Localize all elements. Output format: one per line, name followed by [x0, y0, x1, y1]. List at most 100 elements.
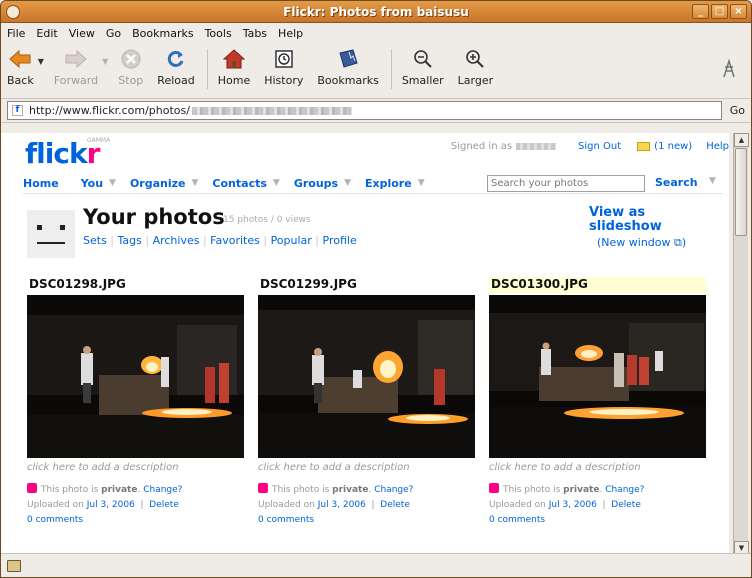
upload-date-link[interactable]: Jul 3, 2006	[318, 500, 366, 510]
back-history-dropdown[interactable]: ▼	[38, 57, 44, 66]
logo-text-blue: flick	[25, 137, 88, 170]
photo-description[interactable]: click here to add a description	[27, 462, 244, 473]
delete-link[interactable]: Delete	[380, 500, 410, 510]
url-field[interactable]: f http://www.flickr.com/photos/	[7, 101, 722, 120]
photo-thumbnail[interactable]	[489, 295, 706, 458]
photo-description[interactable]: click here to add a description	[258, 462, 475, 473]
stop-button[interactable]: Stop	[118, 47, 143, 87]
nav-organize-dropdown[interactable]: ▼	[192, 178, 199, 188]
uploaded-label: Uploaded on	[27, 500, 84, 510]
browser-window: Flickr: Photos from baisusu _ □ × File E…	[0, 0, 752, 578]
delete-link[interactable]: Delete	[611, 500, 641, 510]
upload-date-link[interactable]: Jul 3, 2006	[87, 500, 135, 510]
back-label: Back	[7, 74, 34, 87]
history-label: History	[264, 74, 304, 87]
photo-meta: This photo is private. Change? Uploaded …	[27, 483, 183, 525]
subnav-favorites[interactable]: Favorites	[210, 234, 260, 247]
delete-link[interactable]: Delete	[149, 500, 179, 510]
maximize-button[interactable]: □	[711, 4, 728, 19]
history-button[interactable]: History	[264, 47, 303, 87]
go-button[interactable]: Go	[728, 104, 747, 117]
change-privacy-link[interactable]: Change?	[374, 485, 413, 495]
nav-groups-dropdown[interactable]: ▼	[344, 178, 351, 188]
nav-you-dropdown[interactable]: ▼	[109, 178, 116, 188]
menu-tabs[interactable]: Tabs	[243, 27, 267, 40]
account-area: Signed in as Sign Out (1 new) Help	[451, 141, 729, 152]
photo-thumbnail[interactable]	[27, 295, 244, 458]
menu-view[interactable]: View	[69, 27, 95, 40]
scroll-thumb[interactable]	[735, 148, 747, 236]
status-connection-icon	[7, 559, 21, 572]
subnav-popular[interactable]: Popular	[271, 234, 312, 247]
comments-link[interactable]: 0 comments	[489, 515, 545, 525]
photo-description[interactable]: click here to add a description	[489, 462, 706, 473]
photo-title[interactable]: DSC01300.JPG	[489, 277, 706, 293]
reload-button[interactable]: Reload	[157, 47, 195, 87]
nav-contacts[interactable]: Contacts	[212, 177, 266, 190]
privacy-text: This photo is	[503, 485, 561, 495]
photo-title[interactable]: DSC01298.JPG	[27, 277, 244, 293]
change-privacy-link[interactable]: Change?	[143, 485, 182, 495]
subnav-sets[interactable]: Sets	[83, 234, 107, 247]
username-redacted	[516, 143, 557, 150]
comments-link[interactable]: 0 comments	[258, 515, 314, 525]
photo-card: DSC01299.JPG click here to add a descrip…	[258, 277, 475, 528]
search-dropdown[interactable]: ▼	[709, 176, 716, 186]
private-lock-icon	[258, 483, 268, 493]
subnav-profile[interactable]: Profile	[323, 234, 357, 247]
photo-meta: This photo is private. Change? Uploaded …	[489, 483, 645, 525]
scroll-up-button[interactable]: ▲	[734, 133, 749, 147]
nav-you[interactable]: You	[81, 177, 103, 190]
menu-go[interactable]: Go	[106, 27, 121, 40]
history-icon	[272, 47, 296, 71]
reload-label: Reload	[157, 74, 195, 87]
slideshow-link[interactable]: View as slideshow	[589, 206, 689, 234]
forward-button[interactable]: Forward	[54, 47, 98, 87]
menu-file[interactable]: File	[7, 27, 25, 40]
back-button[interactable]: Back	[7, 47, 34, 87]
nav-groups[interactable]: Groups	[294, 177, 338, 190]
text-smaller-button[interactable]: Smaller	[402, 47, 444, 87]
subnav-archives[interactable]: Archives	[153, 234, 200, 247]
home-label: Home	[217, 74, 251, 87]
minimize-button[interactable]: _	[692, 4, 709, 19]
status-bar	[1, 553, 751, 577]
nav-home[interactable]: Home	[23, 177, 59, 190]
sign-out-link[interactable]: Sign Out	[578, 141, 621, 152]
close-button[interactable]: ×	[730, 4, 747, 19]
nav-organize[interactable]: Organize	[130, 177, 186, 190]
stop-label: Stop	[118, 74, 144, 87]
subnav-tags[interactable]: Tags	[118, 234, 142, 247]
menu-edit[interactable]: Edit	[36, 27, 57, 40]
photo-subnav: Sets | Tags | Archives | Favorites | Pop…	[83, 234, 357, 247]
flickr-logo[interactable]: flickr GAMMA	[25, 137, 110, 170]
bookmarks-button[interactable]: Bookmarks	[317, 47, 379, 87]
home-button[interactable]: Home	[218, 47, 250, 87]
mail-link[interactable]: (1 new)	[654, 141, 692, 152]
private-lock-icon	[489, 483, 499, 493]
navigation-toolbar: Back ▼ Forward ▼ Stop Reload Home Histor…	[1, 43, 751, 99]
new-window-link[interactable]: (New window ⧉)	[597, 236, 686, 250]
buddy-icon[interactable]	[27, 210, 75, 258]
privacy-text: This photo is	[272, 485, 330, 495]
search-button[interactable]: Search	[655, 176, 698, 189]
upload-date-link[interactable]: Jul 3, 2006	[549, 500, 597, 510]
forward-history-dropdown[interactable]: ▼	[102, 57, 108, 66]
nav-contacts-dropdown[interactable]: ▼	[273, 178, 280, 188]
menu-help[interactable]: Help	[278, 27, 303, 40]
text-larger-button[interactable]: Larger	[458, 47, 493, 87]
photo-title[interactable]: DSC01299.JPG	[258, 277, 475, 293]
photo-thumbnail[interactable]	[258, 295, 475, 458]
menu-bookmarks[interactable]: Bookmarks	[132, 27, 193, 40]
nav-explore[interactable]: Explore	[365, 177, 412, 190]
nav-explore-dropdown[interactable]: ▼	[418, 178, 425, 188]
help-link[interactable]: Help	[706, 141, 729, 152]
change-privacy-link[interactable]: Change?	[605, 485, 644, 495]
menu-tools[interactable]: Tools	[205, 27, 232, 40]
photo-card: DSC01298.JPG click here to add a descrip…	[27, 277, 244, 528]
comments-link[interactable]: 0 comments	[27, 515, 83, 525]
vertical-scrollbar[interactable]: ▲ ▼	[733, 133, 749, 555]
mail-icon[interactable]	[637, 142, 651, 151]
flickr-header: flickr GAMMA Signed in as Sign Out (1 ne…	[23, 133, 729, 173]
search-input[interactable]	[487, 175, 645, 192]
